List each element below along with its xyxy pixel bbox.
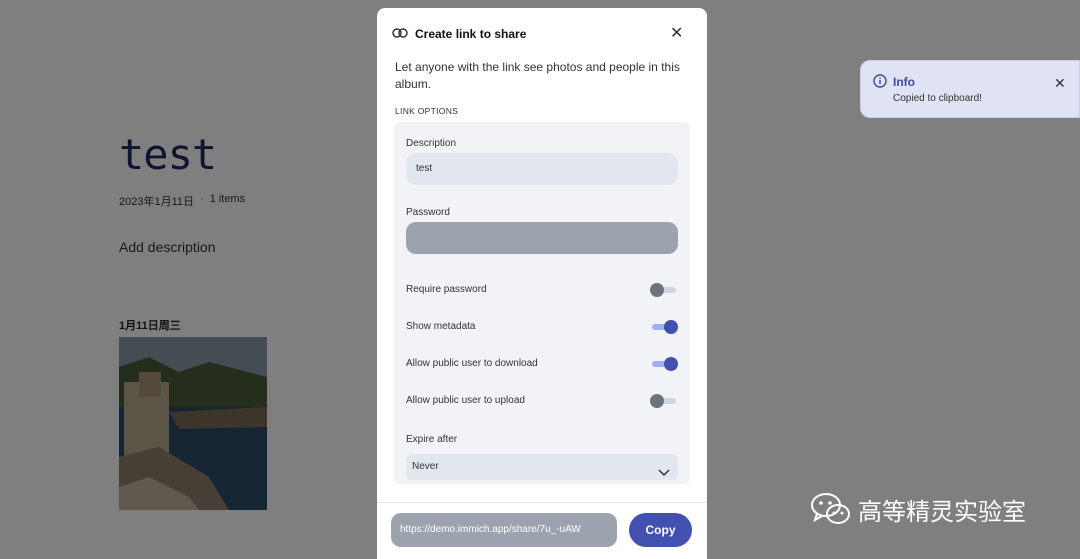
- share-url-field[interactable]: https://demo.immich.app/share/7u_-uAW: [391, 513, 617, 547]
- share-link-modal: Create link to share ✕ Let anyone with t…: [377, 8, 707, 559]
- toggle-label: Allow public user to upload: [406, 395, 525, 406]
- info-icon: [873, 74, 887, 93]
- link-options-panel: Description test Password Require passwo…: [394, 122, 690, 484]
- password-input[interactable]: [406, 222, 678, 254]
- allow-download-toggle[interactable]: [650, 356, 678, 372]
- watermark-text: 高等精灵实验室: [858, 497, 1026, 526]
- modal-description: Let anyone with the link see photos and …: [395, 60, 680, 91]
- info-toast: Info Copied to clipboard! ✕: [860, 60, 1080, 118]
- toggle-row-allow-upload: Allow public user to upload: [406, 393, 678, 409]
- toast-title: Info: [893, 75, 915, 89]
- password-label: Password: [406, 207, 450, 218]
- expire-value: Never: [412, 461, 439, 472]
- modal-header: Create link to share ✕: [377, 8, 707, 58]
- copy-button[interactable]: Copy: [629, 513, 692, 547]
- close-icon[interactable]: ✕: [670, 23, 683, 43]
- toggle-row-show-metadata: Show metadata: [406, 319, 678, 335]
- require-password-toggle[interactable]: [650, 282, 678, 298]
- expire-label: Expire after: [406, 434, 458, 445]
- watermark: 高等精灵实验室: [810, 490, 1026, 528]
- link-options-heading: LINK OPTIONS: [395, 106, 459, 116]
- description-label: Description: [406, 138, 457, 149]
- toast-close-icon[interactable]: ✕: [1054, 75, 1066, 92]
- toggle-row-require-password: Require password: [406, 282, 678, 298]
- wechat-icon: [811, 493, 850, 524]
- allow-upload-toggle[interactable]: [650, 393, 678, 409]
- description-input[interactable]: test: [406, 153, 678, 185]
- modal-title: Create link to share: [415, 27, 527, 41]
- modal-footer: https://demo.immich.app/share/7u_-uAW Co…: [377, 502, 707, 559]
- show-metadata-toggle[interactable]: [650, 319, 678, 335]
- chevron-down-icon: [658, 462, 670, 488]
- link-icon: [392, 26, 408, 44]
- toggle-label: Show metadata: [406, 321, 476, 332]
- toggle-label: Allow public user to download: [406, 358, 538, 369]
- toggle-label: Require password: [406, 284, 487, 295]
- expire-select[interactable]: Never: [406, 454, 678, 480]
- toggle-row-allow-download: Allow public user to download: [406, 356, 678, 372]
- toast-message: Copied to clipboard!: [893, 93, 982, 104]
